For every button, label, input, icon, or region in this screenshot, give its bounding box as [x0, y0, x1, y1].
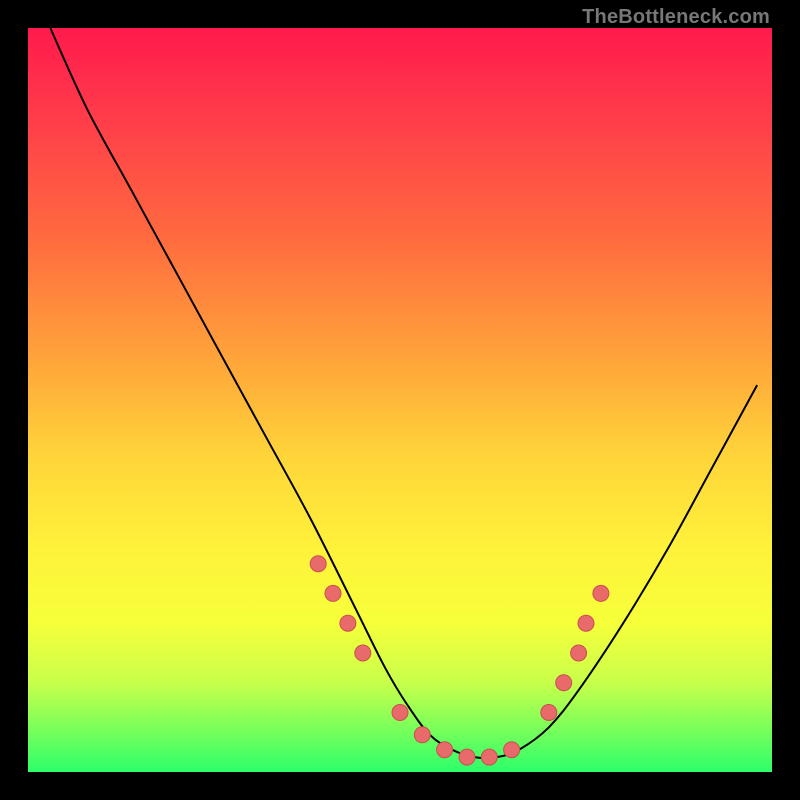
curve-marker — [578, 615, 594, 631]
curve-marker — [571, 645, 587, 661]
watermark-text: TheBottleneck.com — [582, 6, 770, 29]
curve-markers — [310, 556, 609, 765]
curve-marker — [556, 675, 572, 691]
chart-frame: TheBottleneck.com — [0, 0, 800, 800]
curve-marker — [414, 727, 430, 743]
curve-marker — [437, 742, 453, 758]
curve-marker — [340, 615, 356, 631]
curve-marker — [459, 749, 475, 765]
curve-marker — [355, 645, 371, 661]
plot-background — [28, 28, 772, 772]
curve-marker — [325, 585, 341, 601]
curve-marker — [504, 742, 520, 758]
curve-marker — [541, 705, 557, 721]
bottleneck-curve — [50, 28, 757, 758]
curve-marker — [593, 585, 609, 601]
curve-marker — [392, 705, 408, 721]
chart-svg — [28, 28, 772, 772]
curve-marker — [310, 556, 326, 572]
curve-marker — [481, 749, 497, 765]
